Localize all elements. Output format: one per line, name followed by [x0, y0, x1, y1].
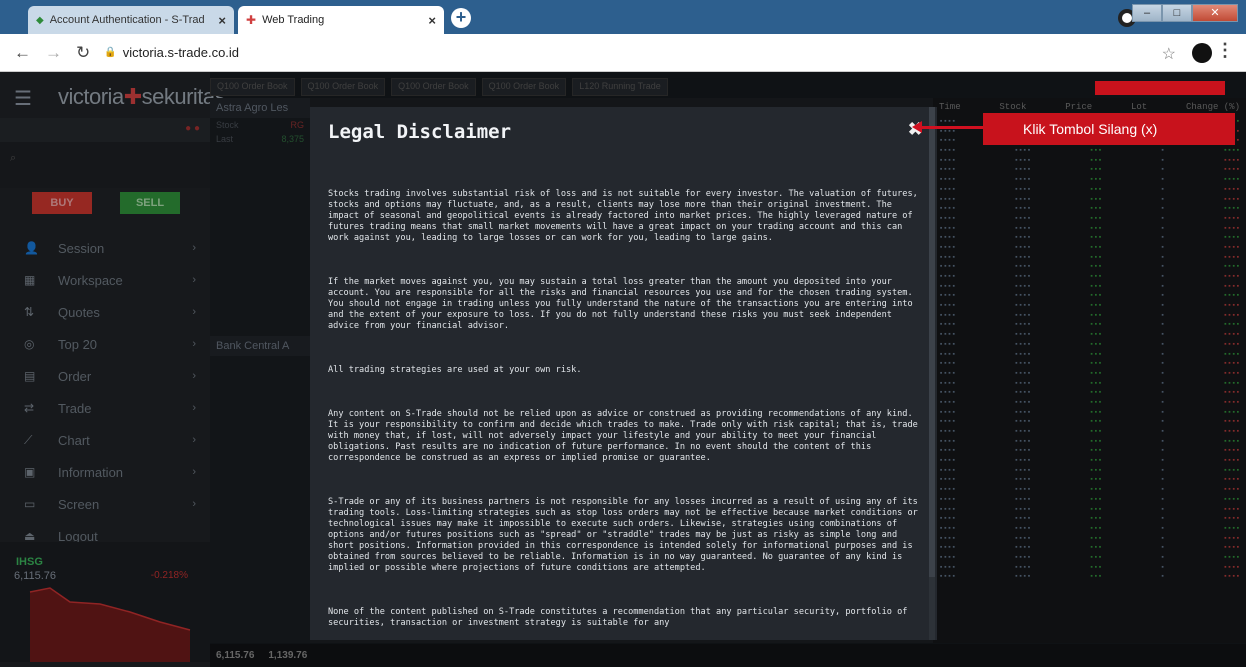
- instruction-callout: Klik Tombol Silang (x): [983, 113, 1235, 145]
- window-close-button[interactable]: ✕: [1192, 4, 1238, 22]
- disclaimer-paragraph: Stocks trading involves substantial risk…: [328, 189, 924, 243]
- disclaimer-paragraph: S-Trade or any of its business partners …: [328, 497, 924, 573]
- tab-account-authentication[interactable]: ◆ Account Authentication - S-Trad ×: [28, 6, 234, 34]
- back-icon[interactable]: ←: [14, 43, 31, 63]
- account-avatar[interactable]: [1192, 43, 1212, 63]
- page-icon: ◆: [36, 14, 44, 26]
- minimize-button[interactable]: –: [1132, 4, 1162, 22]
- reload-icon[interactable]: ↻: [76, 43, 90, 63]
- callout-arrow: [918, 126, 984, 129]
- address-bar: ← → ↻ 🔒 victoria.s-trade.co.id ☆ ⋮: [0, 34, 1246, 72]
- forward-icon[interactable]: →: [45, 43, 62, 63]
- bookmark-star-icon[interactable]: ☆: [1162, 44, 1176, 64]
- new-tab-button[interactable]: +: [451, 8, 471, 28]
- browser-tabbar: ◆ Account Authentication - S-Trad × ✚ We…: [0, 0, 1246, 34]
- disclaimer-paragraph: None of the content published on S-Trade…: [328, 607, 913, 628]
- tab-title: Account Authentication - S-Trad: [49, 14, 205, 26]
- url-text: victoria.s-trade.co.id: [122, 45, 240, 60]
- disclaimer-paragraph: If the market moves against you, you may…: [328, 277, 918, 331]
- highlight-bar: [1095, 81, 1225, 95]
- tab-title: Web Trading: [262, 14, 325, 26]
- modal-title: Legal Disclaimer: [328, 121, 512, 143]
- window-controls: – □ ✕: [1132, 4, 1238, 22]
- favicon-icon: ✚: [246, 13, 257, 27]
- disclaimer-body: Stocks trading involves substantial risk…: [328, 167, 923, 637]
- close-tab-icon[interactable]: ×: [218, 13, 226, 28]
- menu-kebab-icon[interactable]: ⋮: [1216, 40, 1234, 61]
- maximize-button[interactable]: □: [1162, 4, 1192, 22]
- tab-web-trading[interactable]: ✚ Web Trading ×: [238, 6, 444, 34]
- disclaimer-paragraph: All trading strategies are used at your …: [328, 365, 582, 375]
- close-tab-icon[interactable]: ×: [428, 13, 436, 28]
- lock-icon: 🔒: [104, 47, 117, 58]
- modal-scrollbar[interactable]: [929, 107, 935, 640]
- legal-disclaimer-modal: Legal Disclaimer ✖ Stocks trading involv…: [310, 107, 937, 640]
- url-field[interactable]: 🔒 victoria.s-trade.co.id: [104, 45, 239, 60]
- callout-arrowhead: [912, 121, 922, 133]
- scrollbar-thumb[interactable]: [929, 107, 935, 577]
- disclaimer-paragraph: Any content on S-Trade should not be rel…: [328, 409, 924, 463]
